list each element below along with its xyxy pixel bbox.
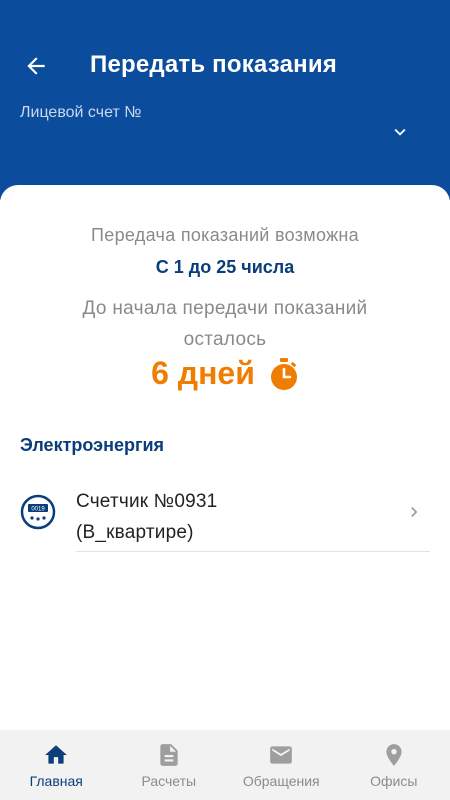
chevron-right-icon — [404, 502, 424, 522]
meter-list-item[interactable]: 0019 Счетчик №0931 (В_квартире) — [0, 480, 450, 552]
time-remaining-line-2: осталось — [183, 329, 267, 350]
account-number-label: Лицевой счет № — [20, 104, 142, 121]
meter-text: Счетчик №0931 (В_квартире) — [76, 486, 217, 548]
mail-icon — [268, 742, 294, 768]
meter-name: Счетчик №0931 — [76, 491, 218, 512]
time-remaining-text: До начала передачи показаний осталось — [0, 293, 450, 355]
stopwatch-icon — [269, 357, 299, 391]
bottom-navigation: Главная Расчеты Обращения Офисы — [0, 730, 450, 800]
home-icon — [43, 742, 69, 768]
meter-icon-reading: 0019 — [31, 507, 45, 513]
meter-location: (В_квартире) — [76, 522, 194, 543]
nav-item-home[interactable]: Главная — [0, 730, 113, 800]
nav-label-requests: Обращения — [242, 773, 320, 789]
app-header: Передать показания Лицевой счет № — [0, 0, 450, 200]
nav-label-home: Главная — [29, 773, 83, 789]
time-remaining-line-1: До начала передачи показаний — [82, 298, 368, 319]
section-title-electricity: Электроэнергия — [20, 435, 165, 455]
electric-meter-icon: 0019 — [20, 494, 56, 530]
nav-item-requests[interactable]: Обращения — [225, 730, 338, 800]
chevron-down-icon — [394, 128, 406, 136]
account-dropdown-toggle[interactable] — [384, 118, 416, 146]
arrow-left-icon — [27, 57, 45, 75]
list-divider — [76, 551, 430, 552]
nav-item-payments[interactable]: Расчеты — [113, 730, 226, 800]
back-button[interactable] — [16, 48, 56, 84]
nav-label-offices: Офисы — [370, 773, 418, 789]
days-remaining-value: 6 дней — [151, 355, 255, 391]
submission-period: С 1 до 25 числа — [155, 257, 295, 277]
location-pin-icon — [381, 742, 407, 768]
days-remaining: 6 дней — [0, 355, 450, 392]
page-title: Передать показания — [90, 51, 337, 78]
content-card: Передача показаний возможна С 1 до 25 чи… — [0, 185, 450, 730]
nav-label-payments: Расчеты — [141, 773, 197, 789]
document-icon — [156, 742, 182, 768]
nav-item-offices[interactable]: Офисы — [338, 730, 450, 800]
submission-possible-text: Передача показаний возможна — [91, 225, 359, 245]
